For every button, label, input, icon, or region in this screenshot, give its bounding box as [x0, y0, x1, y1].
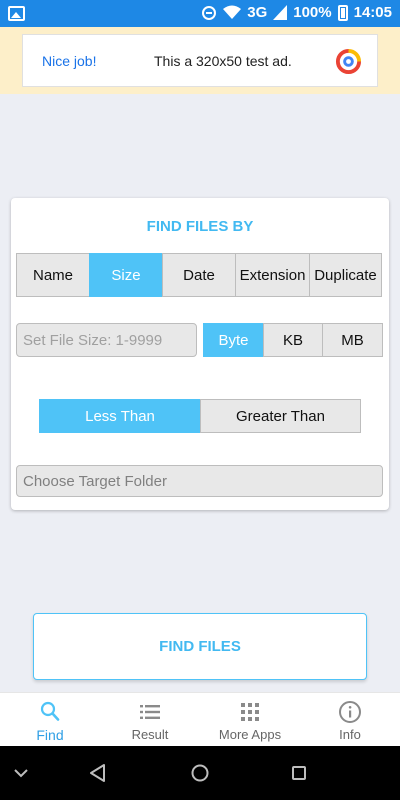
find-by-segmented-control: Name Size Date Extension Duplicate [16, 253, 382, 297]
target-folder-field[interactable]: Choose Target Folder [16, 465, 383, 497]
nav-find[interactable]: Find [0, 693, 100, 746]
find-by-name-option[interactable]: Name [16, 253, 90, 297]
file-size-input[interactable]: Set File Size: 1-9999 [16, 323, 197, 357]
nav-result-label: Result [131, 727, 169, 742]
test-ad[interactable]: Nice job! This a 320x50 test ad. [22, 34, 378, 87]
unit-kb-option[interactable]: KB [263, 323, 323, 357]
collapse-chevron-icon[interactable] [13, 768, 29, 778]
system-navigation-bar [0, 746, 400, 800]
network-type: 3G [247, 4, 268, 21]
nav-info[interactable]: Info [300, 693, 400, 746]
find-files-button[interactable]: FIND FILES [33, 613, 367, 680]
bottom-navigation: Find Result More Apps Info [0, 692, 400, 746]
greater-than-option[interactable]: Greater Than [200, 399, 361, 433]
battery-percent: 100% [293, 4, 332, 21]
back-icon[interactable] [89, 763, 107, 783]
image-notification-icon [8, 6, 25, 21]
find-options-card: FIND FILES BY Name Size Date Extension D… [11, 198, 389, 510]
find-by-duplicate-option[interactable]: Duplicate [309, 253, 382, 297]
nav-info-label: Info [339, 727, 361, 742]
list-icon [140, 705, 160, 719]
signal-icon [273, 5, 288, 20]
ad-banner-area: Nice job! This a 320x50 test ad. [0, 27, 400, 94]
data-saver-icon [202, 5, 217, 20]
unit-mb-option[interactable]: MB [322, 323, 383, 357]
search-icon [40, 701, 60, 721]
comparison-segmented-control: Less Than Greater Than [39, 399, 361, 433]
wifi-icon [223, 5, 242, 19]
info-icon [339, 701, 361, 723]
recents-icon[interactable] [291, 765, 307, 781]
apps-grid-icon [241, 703, 259, 721]
find-by-size-option[interactable]: Size [89, 253, 163, 297]
nav-more-apps[interactable]: More Apps [200, 693, 300, 746]
status-bar: 3G 100% 14:05 [0, 0, 400, 27]
nav-more-apps-label: More Apps [218, 727, 282, 742]
find-by-extension-option[interactable]: Extension [235, 253, 310, 297]
size-unit-segmented-control: Byte KB MB [203, 323, 383, 357]
card-title: FIND FILES BY [146, 218, 254, 235]
less-than-option[interactable]: Less Than [39, 399, 201, 433]
ad-logo-icon [336, 48, 362, 74]
battery-icon [337, 4, 348, 21]
nav-result[interactable]: Result [100, 693, 200, 746]
ad-headline: Nice job! [42, 53, 97, 69]
find-by-date-option[interactable]: Date [162, 253, 236, 297]
unit-byte-option[interactable]: Byte [203, 323, 264, 357]
nav-find-label: Find [36, 727, 64, 743]
home-icon[interactable] [190, 763, 210, 783]
ad-message: This a 320x50 test ad. [154, 53, 292, 69]
clock: 14:05 [353, 4, 392, 21]
status-indicators: 3G 100% 14:05 [201, 4, 392, 21]
